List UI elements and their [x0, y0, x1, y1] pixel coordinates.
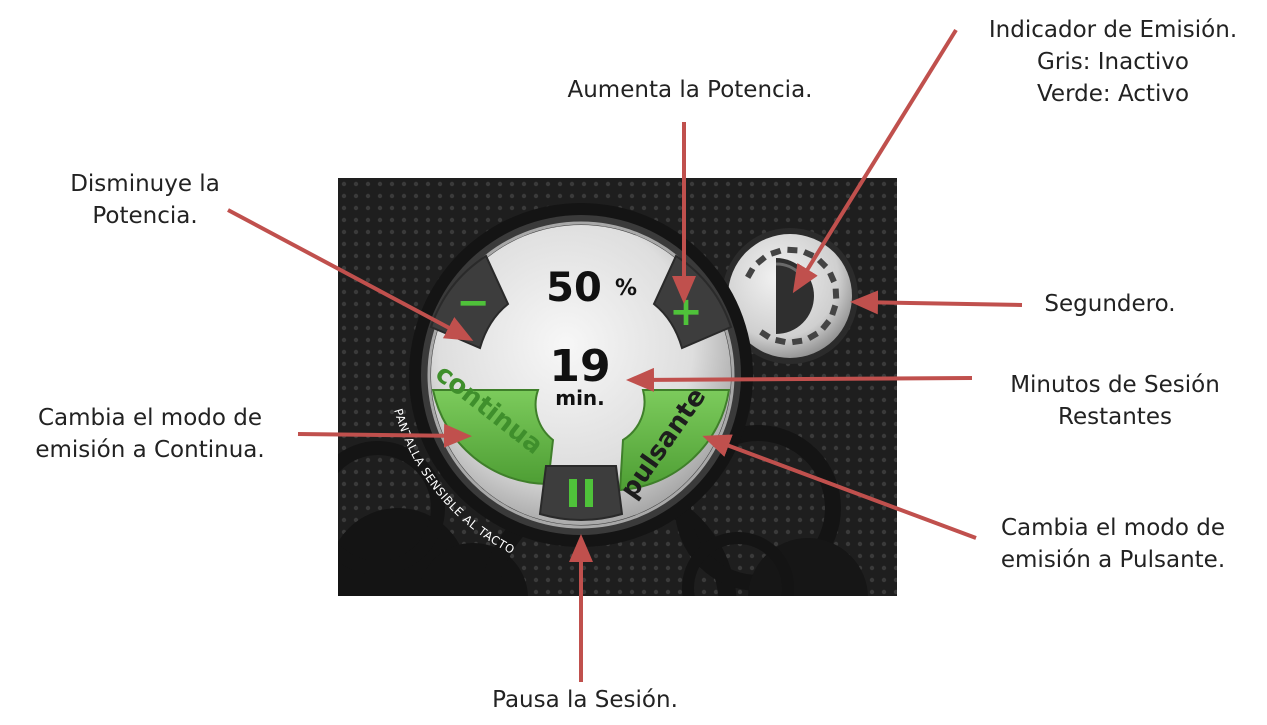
second-hand-annotation: Segundero. [1010, 288, 1210, 320]
plus-icon: + [669, 289, 703, 335]
pulsed-annotation-line: Cambia el modo de [1000, 515, 1225, 541]
indicator-annotation-line: Gris: Inactivo [1037, 49, 1189, 75]
minus-icon: − [456, 280, 490, 326]
indicator-annotation-line: Verde: Activo [1036, 81, 1190, 107]
continuous-annotation-line: Cambia el modo de [37, 405, 262, 431]
decrease-annotation: Disminuye la Potencia. [20, 168, 270, 232]
increase-annotation-line: Aumenta la Potencia. [567, 77, 813, 103]
minutes-annotation-line: Restantes [1058, 404, 1172, 430]
continuous-annotation: Cambia el modo de emisión a Continua. [0, 402, 300, 466]
power-unit: % [615, 276, 637, 301]
pulsed-annotation: Cambia el modo de emisión a Pulsante. [968, 512, 1258, 576]
pause-annotation: Pausa la Sesión. [470, 684, 700, 716]
seconds-tick [787, 246, 798, 254]
indicator-annotation: Indicador de Emisión. Gris: Inactivo Ver… [968, 14, 1258, 110]
second-hand-annotation-line: Segundero. [1044, 291, 1176, 317]
minutes-unit: min. [555, 386, 605, 410]
power-value: 50 [546, 265, 602, 311]
decrease-annotation-line: Disminuye la [70, 171, 220, 197]
pause-annotation-line: Pausa la Sesión. [492, 687, 678, 713]
minutes-value: 19 [549, 341, 610, 392]
decrease-annotation-line: Potencia. [92, 203, 198, 229]
device-panel: PANTALLA SENSIBLE AL TACTO − + continua … [338, 178, 897, 596]
minutes-annotation-line: Minutos de Sesión [1010, 372, 1220, 398]
minutes-annotation: Minutos de Sesión Restantes [985, 369, 1245, 431]
pulsed-annotation-line: emisión a Pulsante. [1000, 547, 1226, 573]
seconds-tick [832, 288, 840, 299]
pause-button[interactable] [538, 465, 624, 521]
indicator-annotation-line: Indicador de Emisión. [988, 17, 1238, 43]
increase-annotation: Aumenta la Potencia. [545, 74, 835, 106]
continuous-annotation-line: emisión a Continua. [35, 437, 265, 463]
